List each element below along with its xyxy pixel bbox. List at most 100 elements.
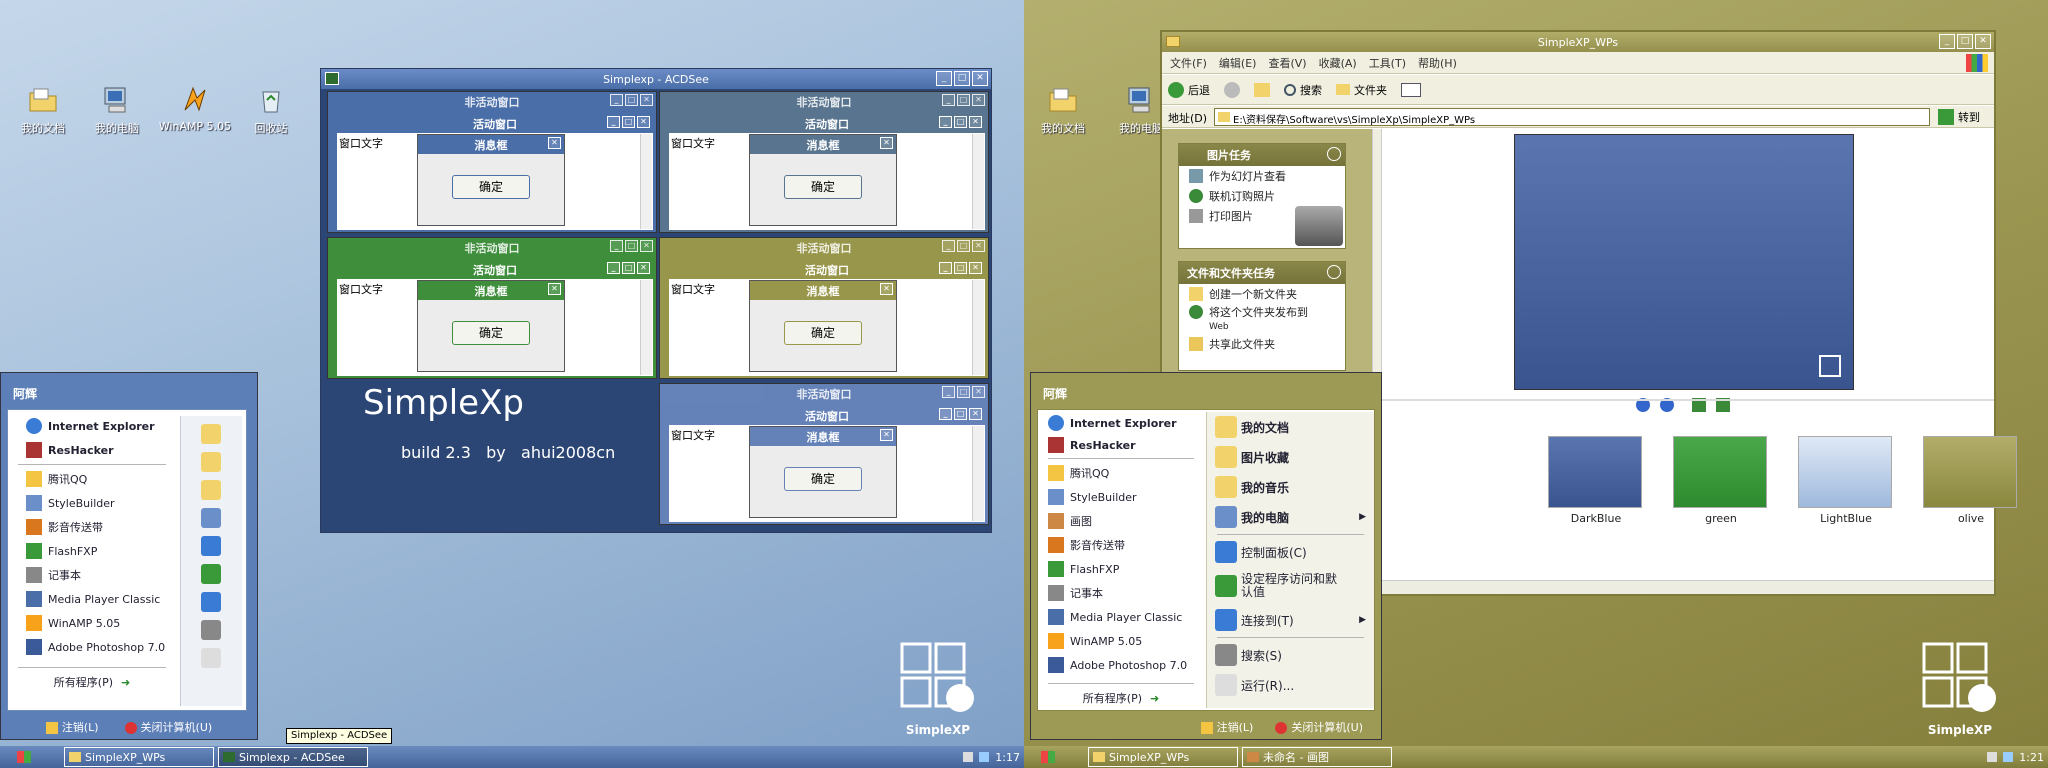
close-icon[interactable]: ✕ [548,137,561,149]
search-button[interactable]: 搜索 [1284,82,1322,98]
start-item-recent[interactable]: 画图 [1038,509,1204,533]
collapse-icon[interactable] [1327,265,1341,279]
start-item-internet-explorer[interactable]: Internet Explorer [1038,412,1204,434]
taskbar-item-acdsee[interactable]: Simplexp - ACDSee [218,747,368,767]
task-slideshow[interactable]: 作为幻灯片查看 [1179,166,1345,186]
music-icon[interactable] [201,480,221,500]
menu-view[interactable]: 查看(V) [1268,55,1306,71]
start-item-recent[interactable]: WinAMP 5.05 [1038,629,1204,653]
speaker-icon[interactable] [963,752,974,762]
start-item-recent[interactable]: Media Player Classic [1038,605,1204,629]
close-icon[interactable]: ✕ [972,240,985,252]
minimize-icon[interactable]: _ [939,408,952,420]
start-right-item[interactable]: 我的音乐 [1207,472,1374,502]
thumbnail-item[interactable]: green [1673,436,1769,530]
acdsee-window[interactable]: Simplexp - ACDSee _ □ ✕ 非活动窗口 _ □ ✕ 活动窗口 _… [320,68,992,533]
shutdown-button[interactable]: 关闭计算机(U) [124,719,212,735]
close-icon[interactable]: ✕ [880,283,893,295]
logoff-button[interactable]: 注销(L) [45,719,99,735]
control-panel-icon[interactable] [201,536,221,556]
start-item-recent[interactable]: WinAMP 5.05 [8,611,176,635]
close-icon[interactable]: ✕ [880,429,893,441]
desktop-icon-recycle-bin[interactable]: 回收站 [228,84,314,136]
speaker-icon[interactable] [1987,752,1998,762]
run-icon[interactable] [201,648,221,668]
folders-button[interactable]: 文件夹 [1336,82,1387,98]
maximize-icon[interactable]: □ [954,262,967,274]
close-icon[interactable]: ✕ [637,262,650,274]
start-item-internet-explorer[interactable]: Internet Explorer [8,414,176,438]
vertical-scrollbar[interactable] [972,426,984,521]
thumbnail-item[interactable]: olive [1923,436,2019,530]
right-start-button[interactable] [1028,748,1068,766]
task-order-prints[interactable]: 联机订购照片 [1179,186,1345,206]
maximize-icon[interactable]: □ [954,116,967,128]
minimize-icon[interactable]: _ [607,262,620,274]
task-share-folder[interactable]: 共享此文件夹 [1179,334,1345,354]
vertical-scrollbar[interactable] [972,280,984,375]
start-item-recent[interactable]: StyleBuilder [8,491,176,515]
close-icon[interactable]: ✕ [969,408,982,420]
minimize-icon[interactable]: _ [936,71,952,86]
maximize-icon[interactable]: □ [957,240,970,252]
minimize-icon[interactable]: _ [939,116,952,128]
maximize-icon[interactable]: □ [625,240,638,252]
close-icon[interactable]: ✕ [972,94,985,106]
close-icon[interactable]: ✕ [880,137,893,149]
start-right-item[interactable]: 我的文档 [1207,412,1374,442]
maximize-icon[interactable]: □ [622,116,635,128]
network-icon[interactable] [2003,752,2014,762]
close-icon[interactable]: ✕ [969,116,982,128]
forward-button[interactable] [1224,81,1240,98]
desktop-icon-my-documents-right[interactable]: 我的文档 [1020,84,1106,136]
start-right-item[interactable]: 搜索(S) [1207,640,1374,670]
task-publish-web[interactable]: 将这个文件夹发布到 [1179,304,1345,320]
ok-button[interactable]: 确定 [784,467,862,491]
start-item-recent[interactable]: Media Player Classic [8,587,176,611]
maximize-icon[interactable]: □ [625,94,638,106]
programs-access-icon[interactable] [201,564,221,584]
acdsee-titlebar[interactable]: Simplexp - ACDSee _ □ ✕ [321,69,991,89]
minimize-icon[interactable]: _ [942,386,955,398]
collapse-icon[interactable] [1327,147,1341,161]
close-icon[interactable]: ✕ [1975,34,1991,49]
minimize-icon[interactable]: _ [942,240,955,252]
vertical-scrollbar[interactable] [640,134,652,229]
close-icon[interactable]: ✕ [548,283,561,295]
start-item-recent[interactable]: 腾讯QQ [1038,461,1204,485]
address-input[interactable]: E:\资料保存\Software\vs\SimpleXp\SimpleXP_WP… [1214,108,1930,126]
explorer-titlebar[interactable]: SimpleXP_WPs _ □ ✕ [1162,32,1994,52]
ok-button[interactable]: 确定 [784,321,862,345]
start-right-item[interactable]: 图片收藏 [1207,442,1374,472]
left-start-button[interactable] [4,748,44,766]
menu-file[interactable]: 文件(F) [1170,55,1207,71]
start-item-recent[interactable]: 腾讯QQ [8,467,176,491]
close-icon[interactable]: ✕ [972,386,985,398]
start-item-recent[interactable]: 记事本 [8,563,176,587]
close-icon[interactable]: ✕ [640,240,653,252]
start-right-item[interactable]: 我的电脑 ▶ [1207,502,1374,532]
thumbnail-item[interactable]: DarkBlue [1548,436,1644,530]
minimize-icon[interactable]: _ [610,240,623,252]
start-item-recent[interactable]: 记事本 [1038,581,1204,605]
minimize-icon[interactable]: _ [1939,34,1955,49]
maximize-icon[interactable]: □ [957,386,970,398]
all-programs-button[interactable]: 所有程序(P) ➜ [8,670,176,694]
pane-splitter[interactable] [1372,129,1382,399]
up-folder-icon[interactable] [1254,82,1270,97]
start-item-recent[interactable]: Adobe Photoshop 7.0 [8,635,176,659]
close-icon[interactable]: ✕ [969,262,982,274]
network-icon[interactable] [979,752,990,762]
menu-tools[interactable]: 工具(T) [1369,55,1406,71]
start-item-recent[interactable]: StyleBuilder [1038,485,1204,509]
menu-help[interactable]: 帮助(H) [1418,55,1457,71]
start-item-recent[interactable]: FlashFXP [1038,557,1204,581]
start-right-item[interactable]: 运行(R)... [1207,670,1374,700]
search-icon[interactable] [201,620,221,640]
taskbar-item-explorer[interactable]: SimpleXP_WPs [64,747,214,767]
menu-favorites[interactable]: 收藏(A) [1319,55,1357,71]
pictures-icon[interactable] [201,452,221,472]
connect-icon[interactable] [201,592,221,612]
close-icon[interactable]: ✕ [640,94,653,106]
maximize-icon[interactable]: □ [622,262,635,274]
